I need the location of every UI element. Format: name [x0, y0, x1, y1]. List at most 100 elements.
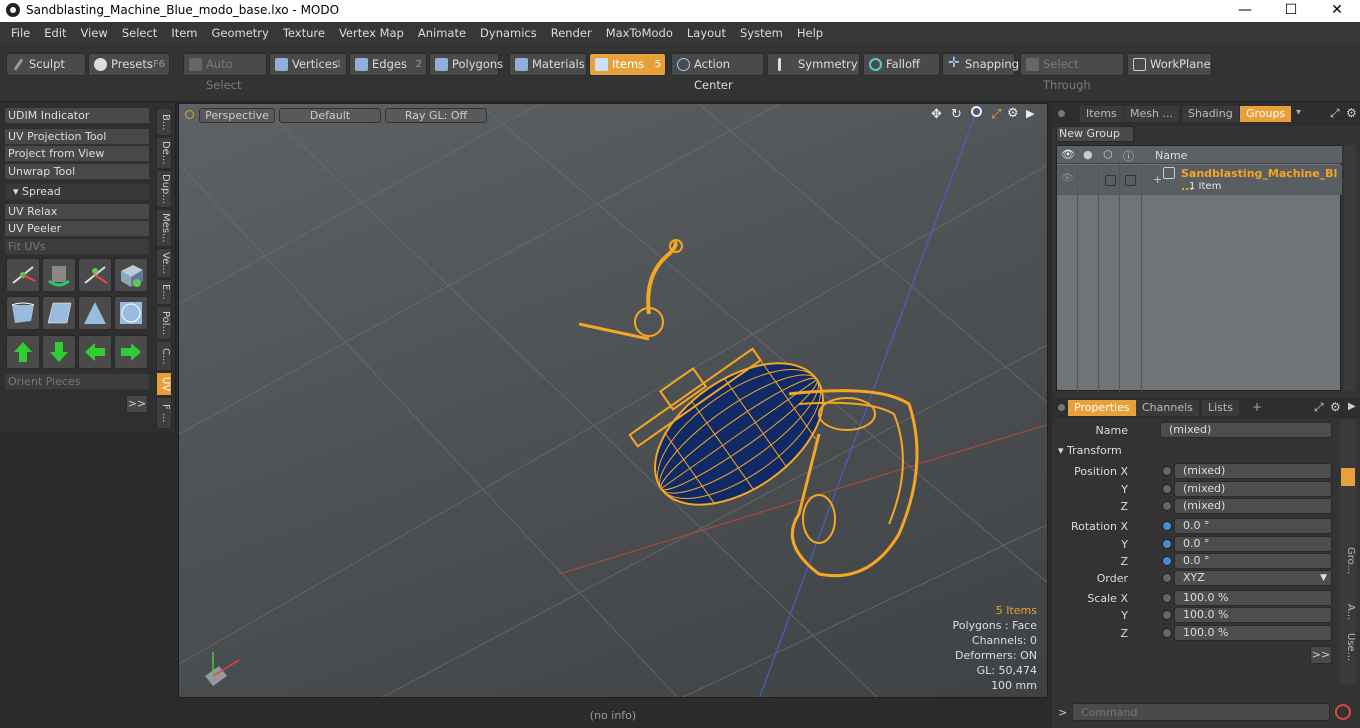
tab-dropdown-icon[interactable]: ▾ — [1296, 107, 1301, 118]
presets-button[interactable]: Presets F6 — [88, 53, 170, 76]
uv-projection-tool-button[interactable]: UV Projection Tool — [5, 129, 149, 145]
viewport-more-icon[interactable]: ▶ — [1026, 107, 1034, 120]
action-center-button[interactable]: Action Center — [671, 53, 764, 92]
tab-shading[interactable]: Shading — [1182, 106, 1239, 122]
props-more-button[interactable]: >> — [1310, 646, 1332, 664]
name-field[interactable]: (mixed) — [1160, 422, 1332, 438]
props-more-icon[interactable]: ▶ — [1348, 401, 1356, 412]
vtab-ve[interactable]: Ve... — [156, 248, 172, 278]
new-group-button[interactable]: New Group — [1056, 126, 1134, 142]
maximize-button[interactable]: ☐ — [1268, 0, 1314, 22]
falloff-button[interactable]: Falloff — [863, 53, 940, 76]
expand-plus-icon[interactable]: + — [1153, 173, 1162, 186]
rotation-y-field[interactable]: 0.0 ° — [1174, 536, 1332, 552]
menu-dynamics[interactable]: Dynamics — [473, 22, 544, 44]
select-through-button[interactable]: Select Through — [1020, 53, 1124, 92]
panel-settings-icon[interactable]: ⚙ — [1346, 106, 1357, 120]
orient-pieces-button[interactable]: Orient Pieces — [5, 374, 149, 390]
side-tab-a[interactable]: A... — [1340, 600, 1356, 624]
uv-box-tool-icon[interactable] — [114, 258, 148, 292]
project-from-view-button[interactable]: Project from View — [5, 146, 149, 162]
record-macro-icon[interactable] — [1335, 704, 1351, 720]
menu-help[interactable]: Help — [790, 22, 830, 44]
arrow-right-icon[interactable] — [114, 335, 148, 369]
side-tab-use[interactable]: Use... — [1340, 630, 1356, 664]
viewport-menu-icon[interactable] — [185, 110, 194, 119]
menu-render[interactable]: Render — [544, 22, 599, 44]
side-tab-active[interactable] — [1341, 468, 1355, 486]
position-z-field[interactable]: (mixed) — [1174, 498, 1332, 514]
command-input[interactable] — [1072, 703, 1330, 721]
scale-y-field[interactable]: 100.0 % — [1174, 607, 1332, 623]
tab-lists[interactable]: Lists — [1202, 400, 1239, 416]
uv-transform-tool-icon[interactable] — [78, 258, 112, 292]
props-menu-icon[interactable] — [1058, 404, 1065, 411]
position-y-radio[interactable] — [1162, 484, 1172, 494]
order-dropdown[interactable]: XYZ ▼ — [1174, 570, 1332, 586]
uv-move-tool-icon[interactable] — [6, 258, 40, 292]
shading-default-dropdown[interactable]: Default — [279, 108, 381, 123]
vtab-c[interactable]: C... — [156, 341, 172, 371]
rotation-x-field[interactable]: 0.0 ° — [1174, 518, 1332, 534]
unwrap-tool-button[interactable]: Unwrap Tool — [5, 164, 149, 180]
arrow-down-icon[interactable] — [42, 335, 76, 369]
menu-select[interactable]: Select — [115, 22, 164, 44]
scale-x-radio[interactable] — [1162, 593, 1172, 603]
scale-y-radio[interactable] — [1162, 610, 1172, 620]
vertices-button[interactable]: Vertices 1 — [269, 53, 347, 76]
uv-rotate-tool-icon[interactable] — [42, 258, 76, 292]
rotation-z-radio[interactable] — [1162, 556, 1172, 566]
uv-cone-icon[interactable] — [78, 296, 112, 330]
position-x-field[interactable]: (mixed) — [1174, 463, 1332, 479]
vtab-de[interactable]: De... — [156, 137, 172, 169]
group-row[interactable]: 👁 + Sandblasting_Machine_Bl ... 1 Item — [1057, 165, 1342, 195]
menu-edit[interactable]: Edit — [37, 22, 73, 44]
spread-section-header[interactable]: ▾ Spread — [5, 184, 149, 200]
row-visibility-icon[interactable]: 👁 — [1061, 173, 1074, 184]
tab-mesh[interactable]: Mesh ... — [1124, 106, 1179, 122]
add-tab-button[interactable]: + — [1252, 400, 1262, 414]
maximize-panel-icon[interactable]: ⤢ — [1330, 106, 1340, 121]
menu-vertex-map[interactable]: Vertex Map — [332, 22, 411, 44]
uv-sphere-icon[interactable] — [114, 296, 148, 330]
tab-items[interactable]: Items — [1080, 106, 1123, 122]
vtab-e[interactable]: E... — [156, 279, 172, 305]
workplane-button[interactable]: WorkPlane — [1127, 53, 1212, 76]
rotation-z-field[interactable]: 0.0 ° — [1174, 553, 1332, 569]
row-select-checkbox[interactable] — [1125, 175, 1136, 186]
vtab-mes[interactable]: Mes... — [156, 209, 172, 247]
position-z-radio[interactable] — [1162, 501, 1172, 511]
menu-texture[interactable]: Texture — [276, 22, 332, 44]
fit-view-icon[interactable]: ⤢ — [991, 107, 1001, 122]
groups-scrollbar[interactable] — [1344, 145, 1356, 391]
3d-viewport[interactable]: Perspective Default Ray GL: Off ✥ ↻ ⤢ ⚙ … — [178, 103, 1048, 698]
scale-z-field[interactable]: 100.0 % — [1174, 625, 1332, 641]
panel-menu-icon[interactable] — [1058, 110, 1065, 117]
viewport-settings-icon[interactable]: ⚙ — [1007, 106, 1019, 121]
menu-animate[interactable]: Animate — [411, 22, 473, 44]
position-x-radio[interactable] — [1162, 466, 1172, 476]
snapping-button[interactable]: ✛ Snapping — [942, 53, 1019, 76]
tab-groups[interactable]: Groups — [1240, 106, 1292, 122]
uv-peeler-button[interactable]: UV Peeler — [5, 221, 149, 237]
menu-geometry[interactable]: Geometry — [205, 22, 276, 44]
menu-layout[interactable]: Layout — [680, 22, 733, 44]
close-button[interactable]: ✕ — [1314, 0, 1360, 22]
uv-relax-button[interactable]: UV Relax — [5, 204, 149, 220]
scale-x-field[interactable]: 100.0 % — [1174, 590, 1332, 606]
udim-indicator-button[interactable]: UDIM Indicator — [5, 108, 149, 124]
tab-channels[interactable]: Channels — [1136, 400, 1199, 416]
select-icon[interactable]: ⓘ — [1123, 148, 1134, 164]
uv-cylinder-icon[interactable] — [6, 296, 40, 330]
pan-icon[interactable]: ✥ — [931, 107, 942, 122]
row-lock-checkbox[interactable] — [1105, 175, 1116, 186]
menu-file[interactable]: File — [4, 22, 37, 44]
rotate-view-icon[interactable]: ↻ — [951, 107, 962, 122]
symmetry-button[interactable]: Symmetry — [767, 53, 860, 76]
minimize-button[interactable]: — — [1222, 0, 1268, 22]
arrow-up-icon[interactable] — [6, 335, 40, 369]
menu-item[interactable]: Item — [164, 22, 204, 44]
side-tab-groups[interactable]: Gro... — [1340, 538, 1356, 584]
rotation-y-radio[interactable] — [1162, 539, 1172, 549]
rotation-x-radio[interactable] — [1162, 521, 1172, 531]
